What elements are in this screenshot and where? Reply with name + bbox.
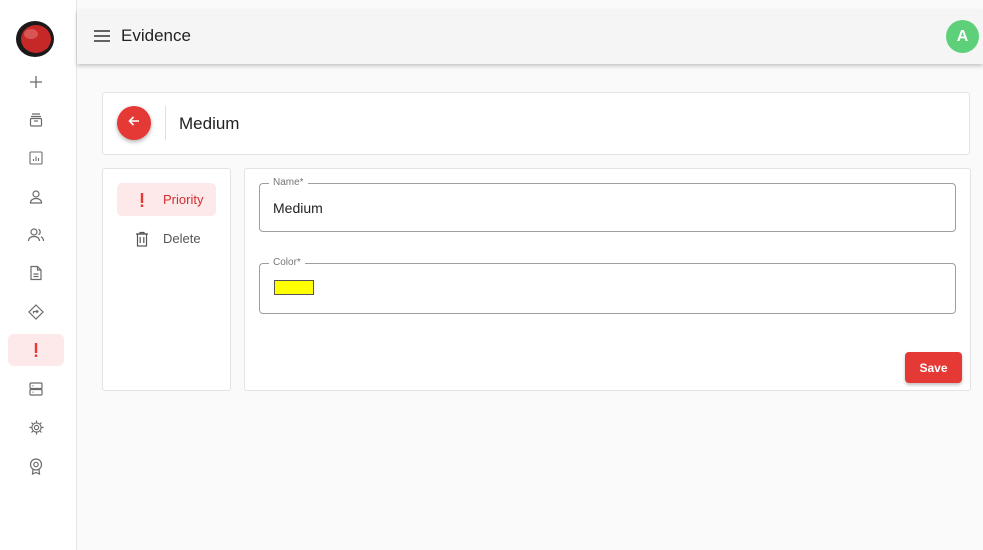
document-icon — [28, 265, 44, 281]
color-field[interactable]: Color* — [259, 257, 956, 314]
report-icon — [28, 150, 44, 166]
badge-icon — [28, 457, 44, 475]
user-icon — [28, 189, 44, 205]
side-rail — [0, 0, 77, 550]
name-field-value[interactable]: Medium — [273, 200, 323, 216]
subnav-item-priority[interactable]: Priority — [117, 183, 216, 216]
priority-icon — [33, 342, 39, 358]
rail-settings-button[interactable] — [8, 411, 64, 443]
plus-icon — [28, 74, 44, 90]
rail-archive-button[interactable] — [8, 104, 64, 136]
rail-documents-button[interactable] — [8, 257, 64, 289]
menu-icon[interactable] — [93, 29, 111, 43]
users-icon — [27, 227, 45, 243]
header-divider — [165, 106, 166, 140]
rail-priority-button[interactable] — [8, 334, 64, 366]
avatar[interactable]: A — [946, 20, 979, 53]
subnav-item-label: Delete — [163, 231, 201, 246]
arrow-left-icon — [127, 114, 141, 133]
color-swatch[interactable] — [274, 280, 314, 295]
rail-users-button[interactable] — [8, 219, 64, 251]
rail-servers-button[interactable] — [8, 373, 64, 405]
back-button[interactable] — [117, 106, 151, 140]
subnav-item-delete[interactable]: Delete — [117, 222, 216, 255]
subnav-card: Priority Delete — [102, 168, 231, 391]
subnav-item-label: Priority — [163, 192, 204, 207]
exclamation-icon — [131, 192, 153, 208]
priority-form-card: Name* Medium Color* Save — [244, 168, 971, 391]
name-field[interactable]: Name* Medium — [259, 177, 956, 232]
color-field-label: Color* — [269, 257, 305, 268]
rail-add-button[interactable] — [8, 66, 64, 98]
trash-icon — [131, 231, 153, 247]
rail-directions-button[interactable] — [8, 296, 64, 328]
save-button[interactable]: Save — [905, 352, 962, 383]
app-title: Evidence — [121, 26, 191, 45]
name-field-label: Name* — [269, 177, 308, 188]
rail-reports-button[interactable] — [8, 142, 64, 174]
direction-sign-icon — [28, 304, 44, 320]
page-header-card: Medium — [102, 92, 970, 155]
top-app-bar: Evidence A — [77, 10, 983, 64]
rail-user-button[interactable] — [8, 181, 64, 213]
rail-badge-button[interactable] — [8, 450, 64, 482]
page-title: Medium — [179, 114, 240, 133]
archive-icon — [28, 112, 44, 128]
settings-icon — [28, 419, 45, 436]
app-logo[interactable] — [15, 20, 55, 58]
server-icon — [28, 381, 44, 397]
